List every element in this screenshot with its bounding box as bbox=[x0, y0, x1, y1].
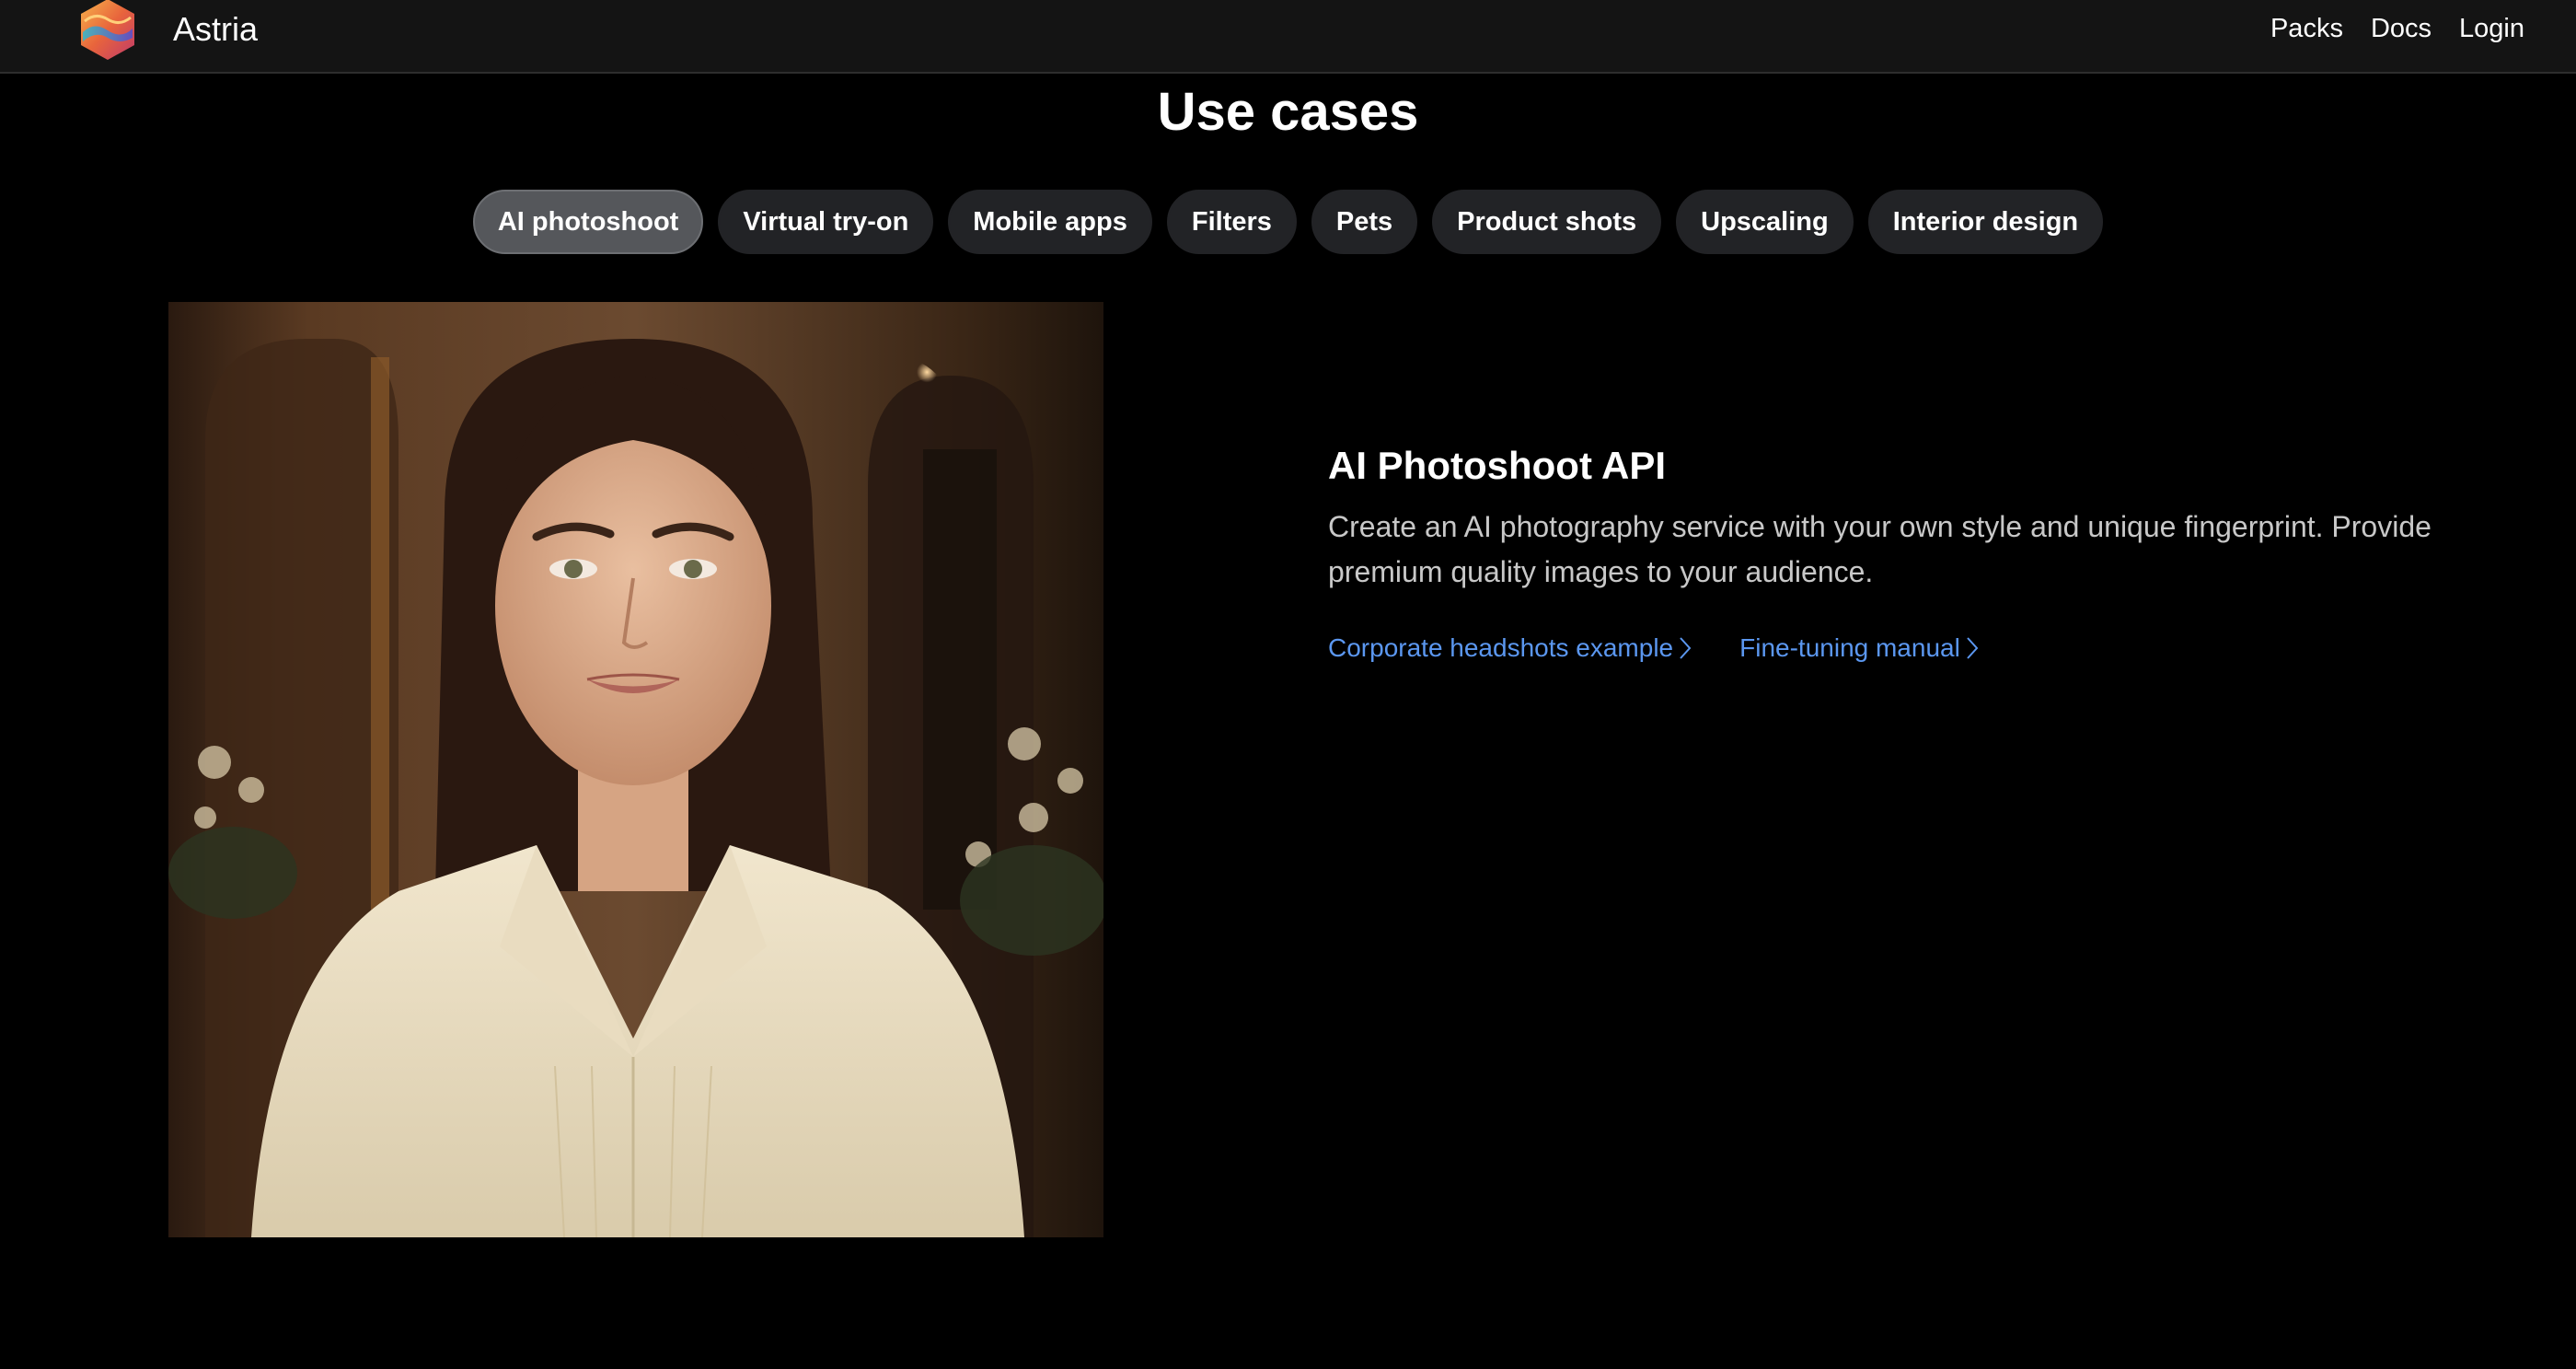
tab-virtual-try-on[interactable]: Virtual try-on bbox=[718, 190, 934, 254]
portrait-photo bbox=[168, 302, 1103, 1237]
nav-link-packs[interactable]: Packs bbox=[2270, 14, 2343, 44]
brand-name: Astria bbox=[173, 10, 259, 48]
chevron-right-icon bbox=[1967, 637, 1979, 659]
chevron-right-icon bbox=[1680, 637, 1692, 659]
tab-pets[interactable]: Pets bbox=[1311, 190, 1418, 254]
tab-product-shots[interactable]: Product shots bbox=[1432, 190, 1662, 254]
nav-link-login[interactable]: Login bbox=[2459, 14, 2524, 44]
feature-info: AI Photoshoot API Create an AI photograp… bbox=[1328, 444, 2432, 663]
nav-links: Packs Docs Login bbox=[2270, 0, 2524, 57]
corporate-headshots-link[interactable]: Corporate headshots example bbox=[1328, 633, 1692, 663]
use-case-tabs: AI photoshoot Virtual try-on Mobile apps… bbox=[0, 190, 2576, 254]
nav-link-docs[interactable]: Docs bbox=[2371, 14, 2432, 44]
top-navbar: Astria Packs Docs Login bbox=[0, 0, 2576, 74]
tab-filters[interactable]: Filters bbox=[1166, 190, 1297, 254]
astria-logo-icon bbox=[81, 0, 134, 60]
tab-ai-photoshoot[interactable]: AI photoshoot bbox=[472, 190, 704, 254]
fine-tuning-manual-link[interactable]: Fine-tuning manual bbox=[1739, 633, 1979, 663]
corporate-headshots-link-label: Corporate headshots example bbox=[1328, 633, 1674, 662]
tab-mobile-apps[interactable]: Mobile apps bbox=[948, 190, 1152, 254]
tab-interior-design[interactable]: Interior design bbox=[1867, 190, 2104, 254]
brand[interactable]: Astria bbox=[75, 0, 259, 60]
section-title: Use cases bbox=[1157, 82, 1419, 142]
tab-upscaling[interactable]: Upscaling bbox=[1676, 190, 1854, 254]
fine-tuning-manual-link-label: Fine-tuning manual bbox=[1739, 633, 1960, 662]
feature-description: Create an AI photography service with yo… bbox=[1328, 510, 2432, 588]
feature-links: Corporate headshots example Fine-tuning … bbox=[1328, 633, 2432, 663]
feature-title: AI Photoshoot API bbox=[1328, 444, 1667, 487]
